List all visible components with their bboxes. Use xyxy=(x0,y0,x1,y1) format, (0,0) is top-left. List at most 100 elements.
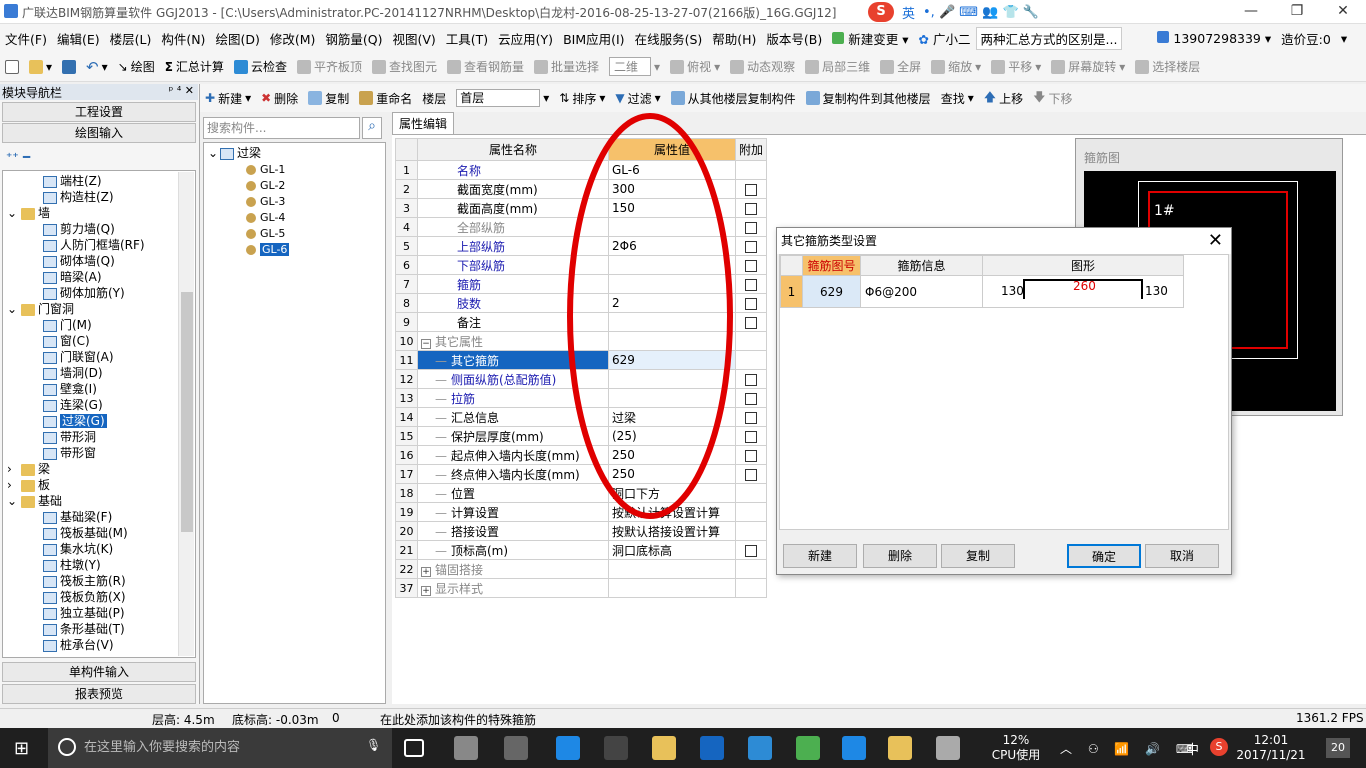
move-up-button[interactable]: 🡅 上移 xyxy=(979,88,1028,109)
extra-checkbox[interactable] xyxy=(745,411,757,424)
extra-checkbox[interactable] xyxy=(745,544,757,557)
flat-slab-button[interactable]: 平齐板顶 xyxy=(292,58,367,75)
module-tree-item[interactable]: 暗梁(A) xyxy=(43,269,102,285)
module-tree-item[interactable]: 砌体墙(Q) xyxy=(43,253,115,269)
component-search-input[interactable]: 搜索构件... xyxy=(203,117,360,139)
module-tree-item[interactable]: 人防门框墙(RF) xyxy=(43,237,145,253)
component-tree-item[interactable]: GL-1 xyxy=(246,161,285,177)
dialog-ok-button[interactable]: 确定 xyxy=(1067,544,1141,568)
menu-floor[interactable]: 楼层(L) xyxy=(105,29,157,48)
select-floor-button[interactable]: 选择楼层 xyxy=(1130,58,1205,75)
property-extra[interactable] xyxy=(734,274,768,294)
property-extra[interactable] xyxy=(734,293,768,313)
property-extra[interactable] xyxy=(734,179,768,199)
view-mode-select[interactable]: 二维 ▾ xyxy=(604,57,665,76)
restore-button[interactable]: ❐ xyxy=(1274,0,1320,24)
component-tree-item[interactable]: GL-6 xyxy=(246,241,290,257)
dialog-new-button[interactable]: 新建 xyxy=(783,544,857,568)
module-tree-item[interactable]: 过梁(G) xyxy=(43,413,107,429)
zoom-button[interactable]: 缩放 ▾ xyxy=(926,58,986,75)
module-tree-item[interactable]: 门(M) xyxy=(43,317,92,333)
module-tree-item[interactable]: 墙洞(D) xyxy=(43,365,103,381)
module-tree-item[interactable]: 壁龛(I) xyxy=(43,381,97,397)
module-tree-item[interactable]: 筏板主筋(R) xyxy=(43,573,126,589)
menu-overflow-icon[interactable]: ▾ xyxy=(1336,31,1352,46)
move-down-button[interactable]: 🡇 下移 xyxy=(1028,88,1077,109)
draw-input-button[interactable]: 绘图输入 xyxy=(2,123,196,143)
report-preview-button[interactable]: 报表预览 xyxy=(2,684,196,704)
extra-checkbox[interactable] xyxy=(745,240,757,253)
copy-from-floor-button[interactable]: 从其他楼层复制构件 xyxy=(666,90,801,107)
extra-checkbox[interactable] xyxy=(745,468,757,481)
undo-button[interactable]: ↶ ▾ xyxy=(81,58,113,76)
collapse-icon[interactable]: − xyxy=(421,338,431,349)
task-view-icon[interactable] xyxy=(404,739,424,757)
module-tree-item[interactable]: 桩承台(V) xyxy=(43,637,114,653)
module-tree-item[interactable]: 带形洞 xyxy=(43,429,96,445)
module-tree-item[interactable]: 端柱(Z) xyxy=(43,173,102,189)
property-value[interactable] xyxy=(608,578,736,598)
rename-button[interactable]: 重命名 xyxy=(354,90,417,107)
microphone-icon[interactable]: 🎙 xyxy=(366,738,381,752)
extra-checkbox[interactable] xyxy=(745,297,757,310)
module-tree-scrollbar[interactable] xyxy=(178,172,194,656)
close-button[interactable]: ✕ xyxy=(1320,0,1366,24)
fullscreen-button[interactable]: 全屏 xyxy=(875,58,926,75)
module-tree-item[interactable]: 连梁(G) xyxy=(43,397,103,413)
new-component-button[interactable]: ✚ 新建 ▾ xyxy=(200,90,256,107)
module-tree-item[interactable]: ⌄ 墙 xyxy=(7,205,50,221)
app-icon-3[interactable] xyxy=(504,736,528,760)
dialog-cancel-button[interactable]: 取消 xyxy=(1145,544,1219,568)
glodon-icon[interactable] xyxy=(748,736,772,760)
sort-button[interactable]: ⇅ 排序 ▾ xyxy=(554,90,610,107)
menu-cloud[interactable]: 云应用(Y) xyxy=(493,29,558,48)
property-value[interactable] xyxy=(608,559,736,579)
taskbar-search[interactable]: 在这里输入你要搜索的内容 xyxy=(48,728,392,768)
cloud-check-button[interactable]: 云检查 xyxy=(229,58,292,75)
tab-property-edit[interactable]: 属性编辑 xyxy=(392,112,454,134)
local-3d-button[interactable]: 局部三维 xyxy=(800,58,875,75)
property-extra[interactable] xyxy=(734,312,768,332)
property-extra[interactable] xyxy=(734,407,768,427)
extra-checkbox[interactable] xyxy=(745,183,757,196)
panel-pin-close-icon[interactable]: ᵖ ⁴ ✕ xyxy=(169,84,194,97)
extra-checkbox[interactable] xyxy=(745,430,757,443)
chevron-down-icon[interactable]: ⌄ xyxy=(7,493,21,509)
property-row[interactable]: 37 + 显示样式 xyxy=(395,578,768,598)
extra-checkbox[interactable] xyxy=(745,316,757,329)
pan-button[interactable]: 平移 ▾ xyxy=(986,58,1046,75)
active-app-icon[interactable] xyxy=(842,736,866,760)
draw-button[interactable]: ↘ 绘图 xyxy=(113,58,160,75)
menu-modify[interactable]: 修改(M) xyxy=(265,29,321,48)
dialog-delete-button[interactable]: 删除 xyxy=(863,544,937,568)
menu-version[interactable]: 版本号(B) xyxy=(761,29,827,48)
menu-bim[interactable]: BIM应用(I) xyxy=(558,29,630,48)
module-tree-item[interactable]: 基础梁(F) xyxy=(43,509,112,525)
copy-to-floor-button[interactable]: 复制构件到其他楼层 xyxy=(801,90,936,107)
app-icon-green[interactable] xyxy=(796,736,820,760)
stirrup-info-cell[interactable]: Φ6@200 xyxy=(860,275,983,308)
filter-button[interactable]: ▼ 过滤 ▾ xyxy=(610,90,665,107)
component-tree-root[interactable]: ⌄ 过梁 xyxy=(208,145,261,161)
extra-checkbox[interactable] xyxy=(745,259,757,272)
ime-mode[interactable]: 英 xyxy=(902,3,915,22)
guangxiaoer-button[interactable]: ✿ 广小二 xyxy=(914,29,976,48)
menu-tools[interactable]: 工具(T) xyxy=(441,29,493,48)
property-extra[interactable] xyxy=(734,369,768,389)
save-button[interactable] xyxy=(57,59,81,74)
input-language[interactable]: 中 xyxy=(1186,739,1199,758)
module-tree-item[interactable]: 门联窗(A) xyxy=(43,349,114,365)
stirrup-row[interactable]: 1 629 Φ6@200 130 260 130 xyxy=(780,275,1184,308)
expand-icon[interactable]: + xyxy=(421,585,431,596)
expand-collapse-icons[interactable]: ⁺⁺ ━ xyxy=(6,150,30,164)
property-row[interactable]: 22 + 锚固搭接 xyxy=(395,559,768,579)
module-tree-item[interactable]: 筏板负筋(X) xyxy=(43,589,126,605)
property-extra[interactable] xyxy=(734,388,768,408)
menu-rebar[interactable]: 钢筋量(Q) xyxy=(320,29,387,48)
expand-icon[interactable]: + xyxy=(421,566,431,577)
extra-checkbox[interactable] xyxy=(745,449,757,462)
new-change-button[interactable]: 新建变更 ▾ xyxy=(827,29,913,48)
extra-checkbox[interactable] xyxy=(745,392,757,405)
module-tree-item[interactable]: 条形基础(T) xyxy=(43,621,125,637)
property-extra[interactable] xyxy=(734,464,768,484)
